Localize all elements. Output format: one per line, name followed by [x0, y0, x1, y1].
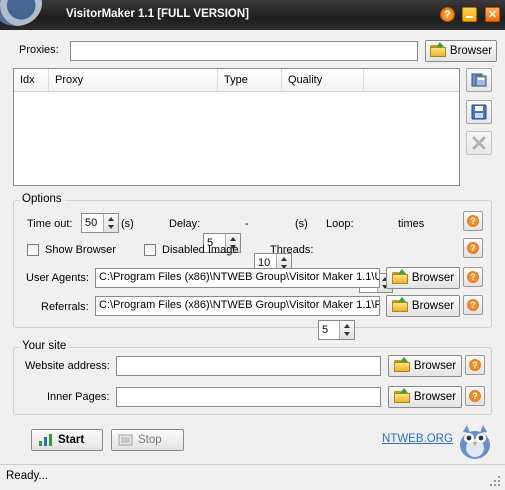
your-site-title: Your site: [19, 340, 70, 352]
user-agents-browser-button[interactable]: Browser: [386, 267, 460, 289]
show-browser-label: Show Browser: [45, 244, 116, 256]
column-header-quality[interactable]: Quality: [282, 69, 364, 91]
proxy-table[interactable]: Idx Proxy Type Quality: [13, 68, 460, 186]
delete-proxies-button[interactable]: [466, 131, 492, 155]
options-help-button-2[interactable]: ?: [463, 238, 483, 258]
import-icon: [471, 73, 487, 87]
referrals-input[interactable]: C:\Program Files (x86)\NTWEB Group\Visit…: [95, 296, 380, 316]
owl-logo-icon: [457, 421, 493, 461]
disabled-image-checkbox[interactable]: [144, 244, 156, 256]
column-header-idx[interactable]: Idx: [14, 69, 49, 91]
timeout-label: Time out:: [27, 218, 73, 230]
inner-pages-browser-label: Browser: [413, 391, 457, 403]
delay-separator: -: [245, 218, 249, 230]
options-title: Options: [19, 193, 65, 205]
column-header-type[interactable]: Type: [218, 69, 282, 91]
folder-icon: [391, 269, 408, 284]
referrals-help-button[interactable]: ?: [463, 295, 483, 315]
threads-label: Threads:: [270, 244, 314, 256]
spin-up-icon[interactable]: [230, 237, 236, 241]
referrals-browser-button[interactable]: Browser: [386, 295, 460, 317]
proxies-browser-label: Browser: [449, 45, 493, 57]
website-browser-label: Browser: [413, 360, 457, 372]
spin-down-icon[interactable]: [344, 332, 350, 336]
user-agents-browser-label: Browser: [411, 272, 455, 284]
folder-icon: [391, 297, 408, 312]
threads-stepper[interactable]: 5: [318, 320, 355, 340]
proxies-label: Proxies:: [19, 44, 59, 56]
spin-up-icon[interactable]: [281, 257, 287, 261]
minimize-button[interactable]: [462, 7, 477, 22]
help-icon: ?: [467, 299, 479, 311]
referrals-label: Referrals:: [41, 301, 89, 313]
loop-label: Loop:: [326, 218, 354, 230]
close-button[interactable]: ✕: [485, 7, 500, 22]
start-button[interactable]: Start: [31, 429, 103, 451]
folder-icon: [393, 357, 410, 372]
table-header: Idx Proxy Type Quality: [14, 69, 459, 92]
spin-down-icon[interactable]: [108, 225, 114, 229]
import-proxies-button[interactable]: [466, 68, 492, 92]
show-browser-checkbox[interactable]: [27, 244, 39, 256]
user-agents-input[interactable]: C:\Program Files (x86)\NTWEB Group\Visit…: [95, 268, 380, 288]
status-text: Ready...: [6, 470, 48, 482]
user-agents-help-button[interactable]: ?: [463, 267, 483, 287]
inner-pages-label: Inner Pages:: [47, 391, 110, 403]
status-bar: Ready...: [0, 464, 505, 488]
help-button[interactable]: ?: [440, 7, 455, 22]
website-help-button[interactable]: ?: [465, 355, 485, 375]
timeout-unit: (s): [121, 218, 134, 230]
save-icon: [471, 104, 487, 120]
inner-pages-input[interactable]: [116, 387, 381, 407]
help-icon: ?: [467, 271, 479, 283]
proxies-input[interactable]: [70, 41, 418, 61]
stop-button[interactable]: Stop: [111, 429, 184, 451]
timeout-value: 50: [85, 217, 98, 229]
folder-icon: [429, 42, 446, 57]
timeout-stepper[interactable]: 50: [81, 213, 119, 233]
disabled-image-label: Disabled Image: [162, 244, 239, 256]
website-browser-button[interactable]: Browser: [388, 355, 462, 377]
website-address-label: Website address:: [25, 360, 110, 372]
inner-pages-help-button[interactable]: ?: [465, 386, 485, 406]
resize-grip-icon[interactable]: [490, 476, 501, 487]
options-help-button-1[interactable]: ?: [463, 211, 483, 231]
ntweb-link[interactable]: NTWEB.ORG: [382, 433, 453, 445]
column-header-proxy[interactable]: Proxy: [49, 69, 218, 91]
delay-label: Delay:: [169, 218, 201, 230]
spin-up-icon[interactable]: [108, 217, 114, 221]
website-address-input[interactable]: [116, 356, 381, 376]
delay-unit: (s): [295, 218, 308, 230]
delete-icon: [472, 136, 486, 150]
help-icon: ?: [467, 215, 479, 227]
stop-icon: [118, 434, 133, 446]
help-icon: ?: [467, 242, 479, 254]
help-icon: ?: [469, 359, 481, 371]
spin-up-icon[interactable]: [344, 324, 350, 328]
chart-icon: [39, 434, 52, 446]
referrals-browser-label: Browser: [411, 300, 455, 312]
inner-pages-browser-button[interactable]: Browser: [388, 386, 462, 408]
proxies-browser-button[interactable]: Browser: [425, 40, 497, 62]
help-icon: ?: [469, 390, 481, 402]
window-title: VisitorMaker 1.1 [FULL VERSION]: [66, 8, 249, 20]
stop-label: Stop: [138, 434, 162, 446]
start-label: Start: [58, 434, 85, 446]
folder-icon: [393, 388, 410, 403]
user-agents-label: User Agents:: [26, 272, 89, 284]
save-proxies-button[interactable]: [466, 100, 492, 124]
loop-unit: times: [398, 218, 425, 230]
threads-value: 5: [322, 324, 329, 336]
title-bar: VisitorMaker 1.1 [FULL VERSION] ? ✕: [0, 0, 505, 30]
app-logo-icon: [0, 0, 58, 30]
